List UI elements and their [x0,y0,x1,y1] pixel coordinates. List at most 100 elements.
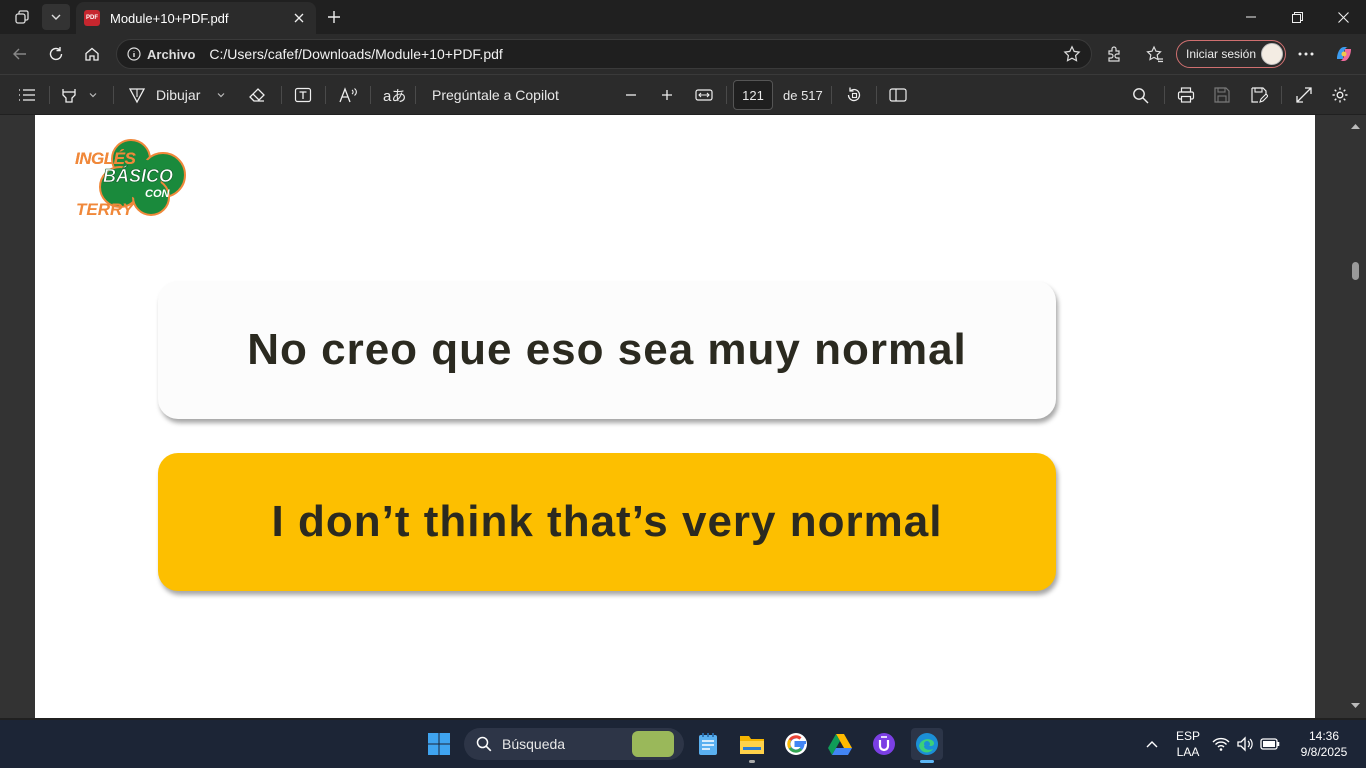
info-icon[interactable] [127,47,141,61]
clock-date: 9/8/2025 [1300,745,1348,759]
save-icon [1214,87,1230,103]
back-button[interactable] [6,40,34,68]
plus-icon [662,90,672,100]
chevron-up-icon [1146,741,1158,748]
spanish-phrase-card: No creo que eso sea muy normal [158,281,1056,419]
minimize-button[interactable] [1228,0,1274,34]
close-window-button[interactable] [1320,0,1366,34]
pen-icon [128,88,146,104]
wifi-icon [1212,737,1230,751]
save-as-icon [1251,87,1268,103]
restore-button[interactable] [1274,0,1320,34]
home-button[interactable] [78,40,106,68]
fit-width-button[interactable] [695,83,713,107]
windows-logo-icon [428,733,450,755]
logo-word-basico: BÁSICO [103,166,174,187]
home-icon [85,47,99,61]
fullscreen-button[interactable] [1295,83,1313,107]
show-hidden-icons-button[interactable] [1136,728,1168,760]
arrow-left-icon [13,48,26,60]
toolbar-divider [370,86,371,104]
url-field[interactable]: Archivo C:/Users/cafef/Downloads/Module+… [116,39,1092,69]
restore-icon [1291,11,1303,23]
ask-copilot-button[interactable]: Pregúntale a Copilot [432,83,559,107]
edge-taskbar-button[interactable] [911,728,943,763]
pdf-settings-button[interactable] [1331,83,1349,107]
new-tab-button[interactable] [320,4,348,30]
draw-button[interactable]: Dibujar [128,83,226,107]
scrollbar-track [1351,124,1360,708]
search-placeholder: Búsqueda [502,736,566,752]
clock[interactable]: 14:36 9/8/2025 [1294,720,1354,768]
google-drive-icon [828,734,852,755]
toolbar-divider [831,86,832,104]
notepad-taskbar-button[interactable] [692,728,724,760]
toolbar-divider [113,86,114,104]
find-button[interactable] [1132,83,1149,107]
translate-button[interactable]: aあ [383,83,406,107]
save-button[interactable] [1213,83,1231,107]
save-as-button[interactable] [1250,83,1268,107]
more-menu-button[interactable] [1292,40,1320,68]
keyboard-layout-code: LAA [1176,745,1200,759]
ingles-basico-con-terry-logo: INGLÉS BÁSICO CON TERRY [75,135,190,220]
chevron-down-icon[interactable] [88,90,98,100]
print-button[interactable] [1177,83,1195,107]
workspaces-icon [15,10,29,24]
page-number-input[interactable]: 121 [733,80,773,110]
more-dots-icon [1298,52,1314,56]
start-button[interactable] [423,728,455,760]
tab-title: Module+10+PDF.pdf [110,10,229,26]
url-scheme-label: Archivo [147,46,196,62]
pdf-toolbar: Dibujar aあ Pregúntale a Copilot 121 de 5… [0,74,1366,114]
address-bar: Archivo C:/Users/cafef/Downloads/Module+… [0,34,1366,74]
contents-button[interactable] [18,83,36,107]
chevron-down-icon[interactable] [216,90,226,100]
notepad-icon [699,733,717,755]
highlight-button[interactable] [60,83,98,107]
english-phrase-text: I don’t think that’s very normal [271,497,943,546]
zoom-in-button[interactable] [660,83,674,107]
taskbar-search[interactable]: Búsqueda [464,728,684,760]
read-aloud-button[interactable] [339,83,359,107]
favorites-button[interactable] [1141,40,1169,68]
vertical-scrollbar[interactable] [1345,115,1366,718]
tab-close-button[interactable] [290,9,308,27]
volume-icon [1237,736,1253,752]
refresh-button[interactable] [42,40,70,68]
toolbar-divider [1164,86,1165,104]
input-language-indicator[interactable]: ESP LAA [1173,720,1203,768]
pdf-viewer[interactable]: INGLÉS BÁSICO CON TERRY No creo que eso … [0,115,1366,718]
page-view-icon [889,88,907,102]
page-total: de 517 [783,87,823,103]
star-icon[interactable] [1063,45,1081,63]
battery-icon [1260,738,1280,750]
quick-settings-button[interactable] [1210,728,1282,760]
google-taskbar-button[interactable] [780,728,812,760]
signin-button[interactable]: Iniciar sesión [1176,40,1286,68]
erase-button[interactable] [248,83,266,107]
add-text-button[interactable] [294,83,312,107]
zoom-out-button[interactable] [624,83,638,107]
taskbar: Búsqueda ESP LAA 14:36 9/8/2025 [0,720,1366,768]
favorites-icon [1146,45,1163,63]
read-aloud-icon [339,87,357,103]
extensions-button[interactable] [1101,40,1129,68]
pdf-file-icon: PDF [84,10,100,26]
workspaces-button[interactable] [8,4,36,30]
scroll-down-arrow-icon [1351,703,1360,708]
tab-actions-button[interactable] [42,4,70,30]
refresh-icon [49,47,63,61]
page-view-button[interactable] [889,83,907,107]
tab-active[interactable]: PDF Module+10+PDF.pdf [76,2,316,34]
folder-icon [740,736,764,754]
fit-width-icon [695,89,713,101]
app-u-taskbar-button[interactable] [868,728,900,760]
copilot-button[interactable] [1330,40,1358,68]
signin-label: Iniciar sesión [1186,47,1257,61]
gear-icon [1332,87,1348,103]
rotate-button[interactable] [845,83,863,107]
google-drive-taskbar-button[interactable] [824,728,856,760]
file-explorer-taskbar-button[interactable] [736,728,768,763]
list-icon [19,89,35,101]
